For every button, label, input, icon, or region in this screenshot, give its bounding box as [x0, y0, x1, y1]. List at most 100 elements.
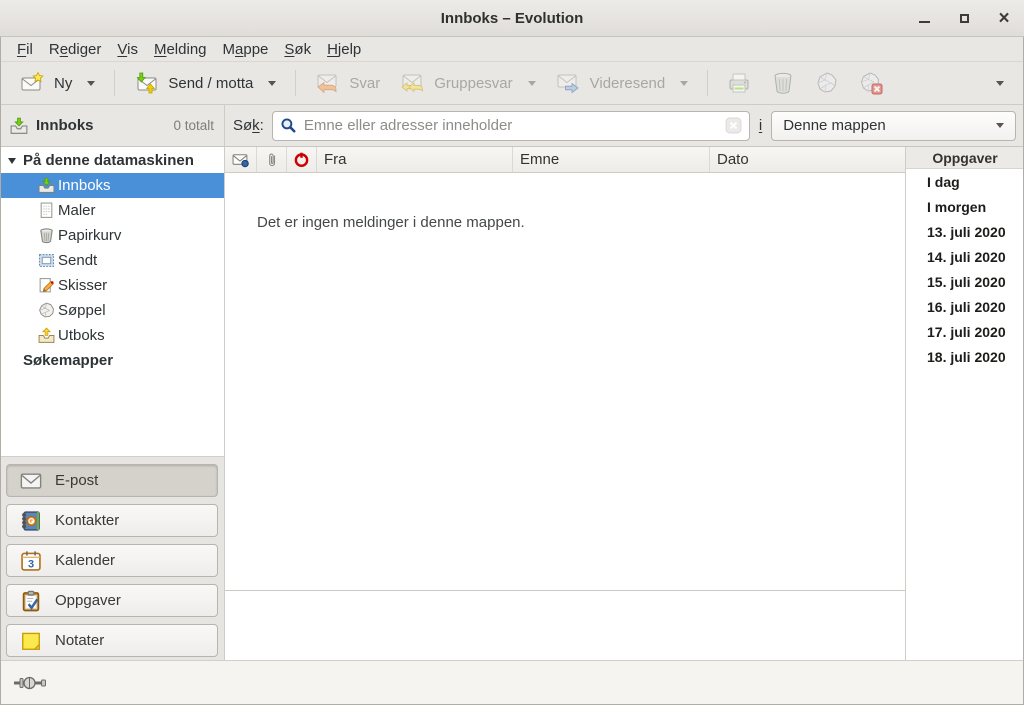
svg-text:3: 3 — [28, 558, 34, 570]
junk-button[interactable] — [805, 66, 849, 100]
toolbar-separator — [114, 70, 115, 96]
close-button[interactable]: × — [996, 10, 1012, 26]
forward-button[interactable]: Videresend — [546, 66, 699, 100]
current-folder-name: Innboks — [36, 117, 94, 134]
send-receive-icon — [134, 71, 158, 95]
menu-sok[interactable]: Søk — [276, 39, 319, 60]
switcher-contacts-button[interactable]: Kontakter — [6, 504, 218, 537]
titlebar[interactable]: Innboks – Evolution × — [0, 0, 1024, 37]
chevron-down-icon — [268, 81, 276, 86]
switcher-tasks-button[interactable]: Oppgaver — [6, 584, 218, 617]
folder-skisser[interactable]: Skisser — [0, 273, 224, 298]
not-junk-button[interactable] — [849, 66, 893, 100]
junk-icon — [815, 71, 839, 95]
toolbar: Ny Send / motta Svar — [0, 62, 1024, 105]
column-subject[interactable]: Emne — [513, 147, 710, 172]
tasks-icon — [20, 590, 42, 612]
switcher-calendar-button[interactable]: 3 Kalender — [6, 544, 218, 577]
search-row: Innboks 0 totalt Søk: Emne eller adresse… — [0, 105, 1024, 147]
clear-search-icon[interactable] — [725, 117, 742, 134]
print-button[interactable] — [717, 66, 761, 100]
trash-icon — [38, 227, 55, 244]
column-attachment[interactable] — [257, 147, 287, 172]
menu-vis[interactable]: Vis — [109, 39, 146, 60]
folder-maler[interactable]: Maler — [0, 198, 224, 223]
folder-papirkurv[interactable]: Papirkurv — [0, 223, 224, 248]
toolbar-separator — [295, 70, 296, 96]
todo-item-date[interactable]: 18. juli 2020 — [906, 344, 1024, 369]
search-folders-root[interactable]: Søkemapper — [0, 348, 224, 373]
message-list-pane: Fra Emne Dato Det er ingen meldinger i d… — [225, 147, 906, 660]
menu-hjelp[interactable]: Hjelp — [319, 39, 369, 60]
view-switcher: E-post Kontakter — [0, 456, 224, 660]
folder-utboks[interactable]: Utboks — [0, 323, 224, 348]
column-date[interactable]: Dato — [710, 147, 905, 172]
templates-icon — [38, 202, 55, 219]
todo-item-date[interactable]: 13. juli 2020 — [906, 219, 1024, 244]
chevron-down-icon — [996, 123, 1004, 128]
folder-sendt[interactable]: Sendt — [0, 248, 224, 273]
reply-all-label: Gruppesvar — [434, 75, 512, 92]
reply-icon — [315, 71, 339, 95]
search-scope-value: Denne mappen — [783, 117, 886, 134]
contacts-icon — [20, 510, 42, 532]
junk-icon — [38, 302, 55, 319]
new-message-label: Ny — [54, 75, 72, 92]
send-receive-button[interactable]: Send / motta — [124, 66, 286, 100]
menu-mappe[interactable]: Mappe — [215, 39, 277, 60]
todo-item-date[interactable]: 16. juli 2020 — [906, 294, 1024, 319]
message-count: 0 totalt — [173, 118, 214, 133]
search-scope-dropdown[interactable]: Denne mappen — [771, 111, 1016, 141]
switcher-notes-button[interactable]: Notater — [6, 624, 218, 657]
todo-item-today[interactable]: I dag — [906, 169, 1024, 194]
search-input[interactable]: Emne eller adresser inneholder — [272, 111, 750, 141]
print-icon — [727, 71, 751, 95]
todo-item-tomorrow[interactable]: I morgen — [906, 194, 1024, 219]
switcher-mail-button[interactable]: E-post — [6, 464, 218, 497]
menu-bar: Fil Rediger Vis Melding Mappe Søk Hjelp — [0, 37, 1024, 62]
todo-bar-title: Oppgaver — [906, 147, 1024, 169]
forward-icon — [556, 71, 580, 95]
menu-rediger[interactable]: Rediger — [41, 39, 110, 60]
message-list[interactable]: Det er ingen meldinger i denne mappen. — [225, 173, 905, 590]
account-root-on-this-computer[interactable]: På denne datamaskinen — [0, 148, 224, 173]
todo-item-date[interactable]: 14. juli 2020 — [906, 244, 1024, 269]
column-priority[interactable] — [287, 147, 317, 172]
todo-item-date[interactable]: 15. juli 2020 — [906, 269, 1024, 294]
not-junk-icon — [859, 71, 883, 95]
search-placeholder: Emne eller adresser inneholder — [304, 117, 718, 134]
status-bar — [0, 660, 1024, 705]
calendar-icon: 3 — [20, 550, 42, 572]
window-title: Innboks – Evolution — [441, 10, 584, 27]
trash-icon — [771, 71, 795, 95]
maximize-button[interactable] — [956, 10, 972, 26]
maximize-icon — [960, 14, 969, 23]
reply-all-button[interactable]: Gruppesvar — [390, 66, 545, 100]
minimize-icon — [919, 21, 930, 23]
menu-melding[interactable]: Melding — [146, 39, 215, 60]
drafts-icon — [38, 277, 55, 294]
new-message-button[interactable]: Ny — [10, 66, 105, 100]
toolbar-separator — [707, 70, 708, 96]
online-status-plug-icon[interactable] — [13, 675, 49, 691]
folder-soppel[interactable]: Søppel — [0, 298, 224, 323]
reply-button[interactable]: Svar — [305, 66, 390, 100]
message-list-headers: Fra Emne Dato — [225, 147, 905, 173]
delete-button[interactable] — [761, 66, 805, 100]
search-icon — [280, 117, 297, 134]
current-folder-header: Innboks 0 totalt — [0, 105, 225, 146]
sidebar: På denne datamaskinen Innboks Maler — [0, 147, 225, 660]
reply-label: Svar — [349, 75, 380, 92]
menu-fil[interactable]: Fil — [9, 39, 41, 60]
search-label: Søk: — [233, 117, 264, 134]
folder-innboks[interactable]: Innboks — [0, 173, 224, 198]
evolution-window: Innboks – Evolution × Fil Rediger Vis Me… — [0, 0, 1024, 705]
toolbar-overflow-button[interactable] — [981, 76, 1014, 91]
column-from[interactable]: Fra — [317, 147, 513, 172]
outbox-icon — [38, 327, 55, 344]
todo-item-date[interactable]: 17. juli 2020 — [906, 319, 1024, 344]
expander-icon[interactable] — [8, 158, 16, 164]
column-status[interactable] — [225, 147, 257, 172]
minimize-button[interactable] — [916, 10, 932, 26]
read-status-icon — [232, 151, 249, 168]
